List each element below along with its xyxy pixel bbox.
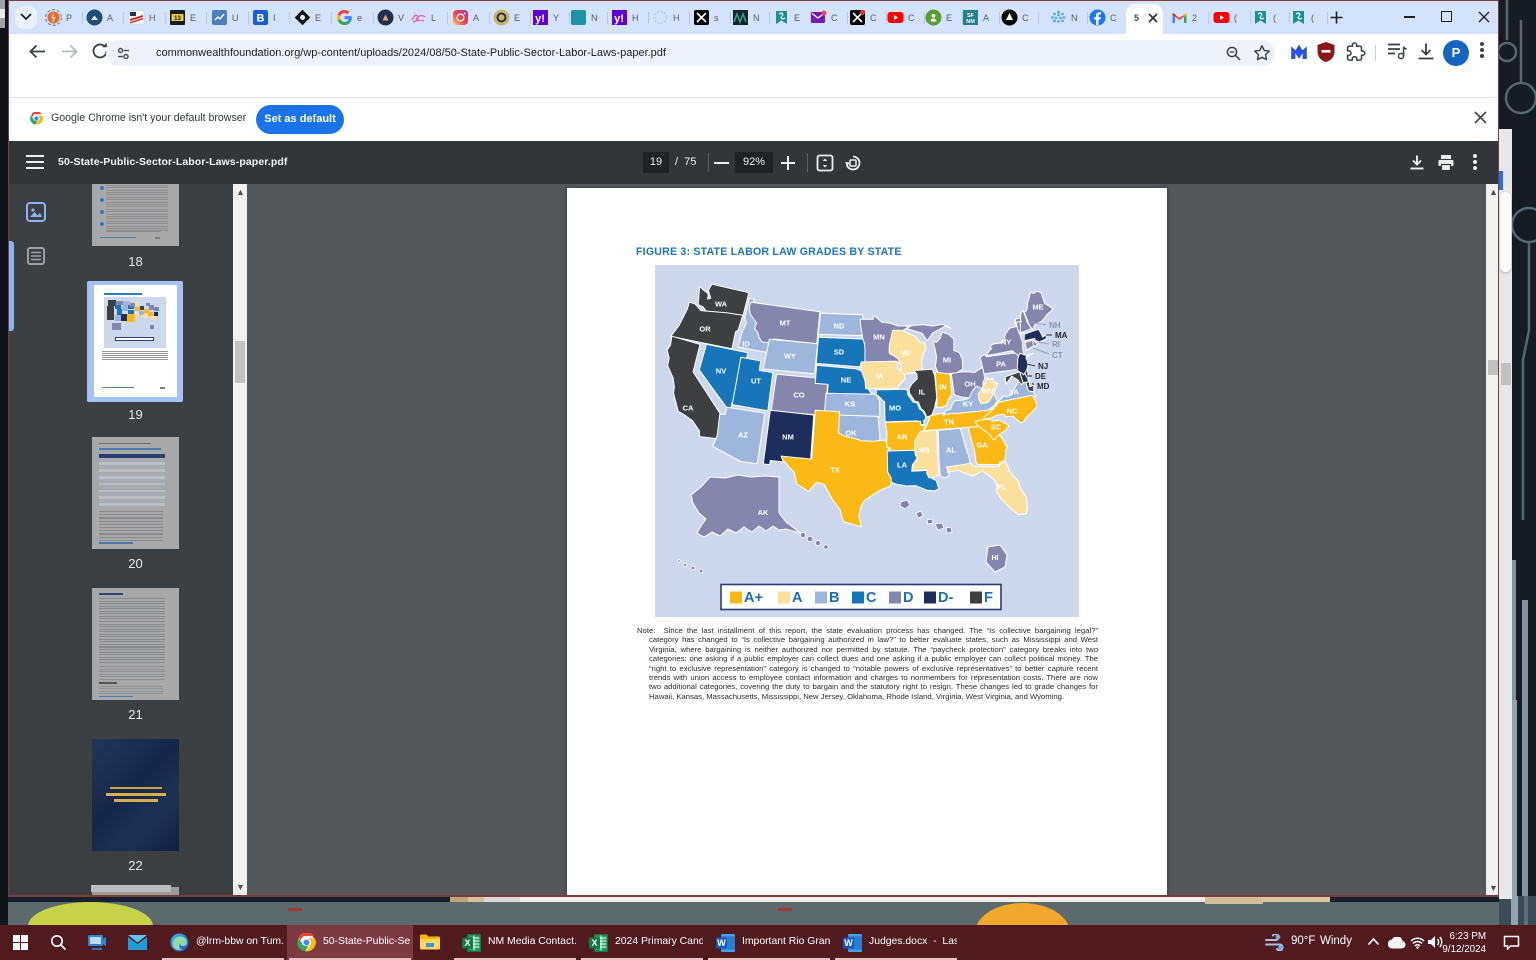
svg-text:NV: NV	[716, 367, 726, 376]
svg-text:CO: CO	[793, 391, 804, 400]
svg-text:ID: ID	[742, 340, 750, 349]
svg-text:y!: y!	[614, 13, 624, 25]
svg-text:AR: AR	[897, 433, 908, 442]
svg-text:OR: OR	[699, 325, 711, 334]
svg-text:NJ: NJ	[1038, 362, 1048, 371]
svg-text:WV: WV	[982, 387, 994, 396]
svg-text:MS: MS	[918, 446, 929, 455]
svg-text:WI: WI	[901, 349, 910, 358]
svg-text:MA: MA	[1055, 331, 1068, 340]
svg-text:MT: MT	[780, 319, 791, 328]
svg-text:X: X	[464, 938, 470, 948]
svg-text:VT: VT	[1014, 321, 1022, 328]
svg-text:IN: IN	[939, 383, 947, 392]
svg-text:D: D	[903, 590, 913, 606]
svg-text:KY: KY	[963, 400, 973, 409]
svg-text:SD: SD	[834, 348, 845, 357]
svg-text:B: B	[257, 13, 265, 25]
svg-text:NC: NC	[1007, 407, 1018, 416]
svg-text:IL: IL	[919, 388, 926, 397]
svg-text:C: C	[866, 590, 877, 606]
svg-text:F: F	[984, 590, 993, 606]
svg-text:TX: TX	[830, 466, 840, 475]
svg-text:A+: A+	[744, 590, 763, 606]
svg-text:FL: FL	[997, 483, 1007, 492]
svg-text:B: B	[829, 590, 839, 606]
svg-text:NY: NY	[1001, 338, 1011, 347]
svg-text:MN: MN	[873, 333, 885, 342]
svg-text:MD: MD	[1037, 382, 1050, 391]
svg-text:A: A	[792, 590, 803, 606]
svg-text:CA: CA	[683, 404, 694, 413]
svg-text:PA: PA	[996, 360, 1006, 369]
svg-text:NH: NH	[1049, 321, 1061, 330]
svg-text:13: 13	[174, 16, 181, 22]
svg-text:DE: DE	[1035, 372, 1047, 381]
svg-text:RI: RI	[1052, 340, 1060, 349]
svg-text:UT: UT	[751, 377, 761, 386]
svg-text:IA: IA	[876, 372, 884, 381]
svg-text:X: X	[591, 938, 597, 948]
svg-text:HI: HI	[992, 555, 999, 562]
svg-text:y!: y!	[535, 13, 545, 25]
svg-text:AL: AL	[946, 446, 956, 455]
svg-text:SC: SC	[991, 423, 1002, 432]
svg-text:OK: OK	[845, 429, 857, 438]
svg-text:WA: WA	[715, 300, 728, 309]
svg-text:ND: ND	[834, 322, 845, 331]
svg-text:AK: AK	[758, 508, 769, 517]
svg-text:NM: NM	[782, 433, 794, 442]
svg-text:KS: KS	[845, 400, 855, 409]
svg-text:AZ: AZ	[738, 431, 748, 440]
svg-text:NM: NM	[966, 19, 975, 25]
svg-text:MO: MO	[889, 404, 901, 413]
svg-text:W: W	[717, 938, 726, 948]
svg-text:W: W	[844, 938, 853, 948]
svg-text:GA: GA	[976, 441, 988, 450]
svg-text:TN: TN	[944, 418, 954, 427]
svg-text:WY: WY	[784, 352, 796, 361]
svg-text:NE: NE	[841, 376, 851, 385]
svg-text:LA: LA	[897, 461, 908, 470]
svg-text:VA: VA	[1009, 388, 1019, 397]
svg-text:ME: ME	[1032, 303, 1043, 312]
svg-text:CT: CT	[1052, 351, 1063, 360]
svg-text:MI: MI	[943, 356, 951, 365]
svg-text:OH: OH	[964, 380, 975, 389]
svg-text:D-: D-	[938, 590, 953, 606]
